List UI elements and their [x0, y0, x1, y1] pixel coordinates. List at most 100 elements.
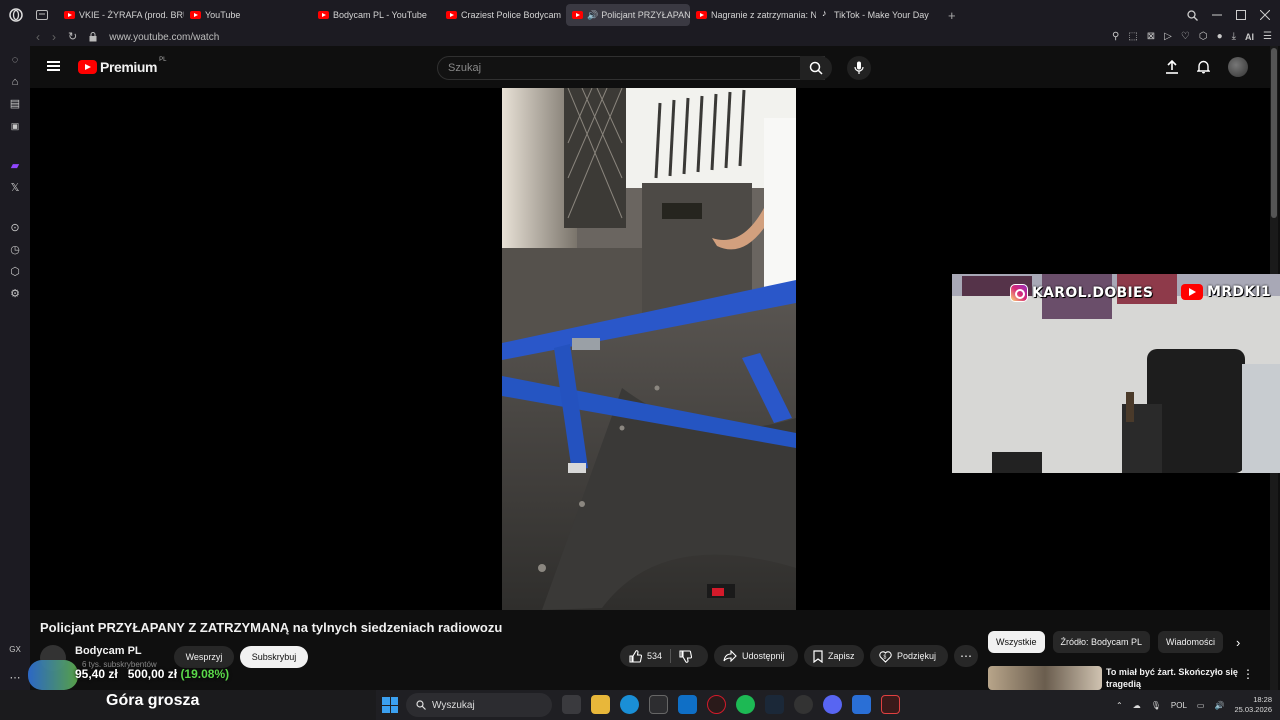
kebab-menu-icon[interactable]: ⋮ [1242, 668, 1254, 680]
github-icon[interactable] [794, 695, 813, 714]
tab-nagranie[interactable]: Nagranie z zatrzymania: N [690, 4, 816, 26]
opera-logo-icon[interactable] [9, 8, 23, 22]
tab-label: Bodycam PL - YouTube [333, 10, 427, 20]
tab-vkie[interactable]: VKIE - ŻYRAFA (prod. BRU [58, 4, 184, 26]
voice-search-button[interactable] [847, 56, 871, 80]
new-tab-button[interactable]: + [948, 9, 956, 22]
search-input[interactable] [448, 62, 800, 74]
browser-tab-strip: VKIE - ŻYRAFA (prod. BRU YouTube Bodycam… [0, 0, 1280, 30]
pin-icon[interactable]: ⚲ [1112, 32, 1119, 42]
police-car-back-seat-video [502, 88, 796, 610]
forward-arrow-icon[interactable]: › [52, 31, 56, 43]
more-actions-button[interactable]: ⋯ [954, 645, 978, 667]
ai-button[interactable]: AI [1245, 32, 1254, 42]
clock[interactable]: 18:28 25.03.2026 [1234, 695, 1272, 715]
like-button[interactable] [629, 649, 642, 663]
spotify-icon[interactable] [736, 695, 755, 714]
url-field[interactable]: www.youtube.com/watch [109, 32, 219, 43]
notifications-bell-icon[interactable] [1197, 60, 1210, 74]
opera-gx-icon[interactable] [707, 695, 726, 714]
recommended-video[interactable]: To miał być żart. Skończyło się tragedią… [988, 664, 1268, 690]
save-button[interactable]: Zapisz [804, 645, 864, 667]
recommended-title[interactable]: To miał być żart. Skończyło się tragedią [1106, 666, 1246, 690]
recommended-thumbnail[interactable] [988, 666, 1102, 690]
play-icon[interactable]: ▷ [1164, 32, 1172, 42]
player-icon[interactable]: ⊙ [8, 222, 22, 234]
block-icon[interactable]: ⊠ [1147, 32, 1155, 42]
tab-youtube[interactable]: YouTube [184, 4, 312, 26]
app-icon[interactable] [852, 695, 871, 714]
thanks-heart-icon: $ [879, 650, 892, 663]
mail-icon[interactable] [678, 695, 697, 714]
file-explorer-icon[interactable] [591, 695, 610, 714]
speed-dial-icon[interactable]: ◌ [8, 54, 22, 66]
chevron-up-icon[interactable]: ⌃ [1116, 701, 1123, 710]
twitch-icon[interactable]: ▰ [8, 160, 22, 172]
windows-start-icon[interactable] [382, 697, 398, 713]
search-button[interactable] [800, 56, 832, 80]
shield-icon[interactable] [881, 695, 900, 714]
tab-policjant-active[interactable]: 🔊 Policjant PRZYŁAPAN [566, 4, 690, 26]
news-icon[interactable]: ▤ [8, 98, 22, 110]
webcam-room-scene [952, 274, 1280, 473]
thumbs-down-icon [679, 649, 693, 663]
youtube-premium-logo[interactable]: Premium PL [78, 57, 166, 75]
gx-label[interactable]: GX [8, 644, 22, 656]
upload-icon[interactable] [1165, 60, 1179, 74]
goal-target: 500,00 zł [127, 667, 178, 681]
network-icon[interactable]: ☁ [1133, 701, 1141, 710]
tab-tiktok[interactable]: TikTok - Make Your Day [816, 4, 942, 26]
back-arrow-icon[interactable]: ‹ [36, 31, 40, 43]
channel-name[interactable]: Bodycam PL [75, 645, 142, 657]
tab-bodycam-pl[interactable]: Bodycam PL - YouTube [312, 4, 440, 26]
discord-icon[interactable] [823, 695, 842, 714]
minimize-icon[interactable] [1212, 10, 1222, 20]
microphone-icon[interactable]: 🎙 [1151, 701, 1161, 710]
share-label: Udostępnij [742, 651, 785, 661]
close-icon[interactable] [1260, 10, 1270, 20]
support-button[interactable]: Wesprzyj [174, 646, 234, 668]
maximize-icon[interactable] [1236, 10, 1246, 20]
taskbar-search[interactable]: Wyszukaj [406, 693, 552, 717]
volume-icon[interactable]: 🔊 [1214, 701, 1224, 710]
history-icon[interactable]: ◷ [8, 244, 22, 256]
chevron-right-icon[interactable]: › [1236, 636, 1240, 649]
messenger-icon[interactable]: ▣ [8, 120, 22, 132]
dislike-button[interactable] [679, 649, 693, 663]
subscribe-button[interactable]: Subskrybuj [240, 646, 308, 668]
avatar[interactable] [1228, 57, 1248, 77]
more-icon[interactable]: ⋯ [8, 672, 22, 684]
menu-icon[interactable]: ☰ [1263, 32, 1272, 42]
speaker-icon[interactable]: 🔊 [587, 10, 598, 21]
save-label: Zapisz [828, 651, 855, 661]
steam-icon[interactable] [765, 695, 784, 714]
monitor-icon[interactable]: ▭ [1197, 701, 1205, 710]
settings-icon[interactable]: ⚙ [8, 288, 22, 300]
task-view-icon[interactable] [562, 695, 581, 714]
hamburger-menu-icon[interactable] [47, 61, 60, 71]
chip-source[interactable]: Źródło: Bodycam PL [1052, 631, 1151, 653]
extensions-icon[interactable]: ⬡ [8, 266, 22, 278]
language-indicator[interactable]: POL [1171, 701, 1187, 710]
edge-icon[interactable] [620, 695, 639, 714]
download-icon[interactable]: ⤓ [1232, 32, 1236, 42]
store-icon[interactable]: ⌂ [8, 76, 22, 88]
heart-icon[interactable]: ♡ [1181, 32, 1190, 42]
profile-icon[interactable]: ● [1217, 32, 1223, 42]
snapshot-icon[interactable]: ⬚ [1128, 32, 1137, 42]
tab-manager-icon[interactable] [36, 10, 48, 20]
video-frame[interactable] [502, 88, 796, 610]
extensions-icon[interactable]: ⬡ [1199, 32, 1208, 42]
scrollbar-thumb[interactable] [1271, 48, 1277, 218]
store-icon[interactable] [649, 695, 668, 714]
search-icon[interactable] [1187, 9, 1198, 21]
chip-news[interactable]: Wiadomości [1158, 631, 1224, 653]
chip-all[interactable]: Wszystkie [988, 631, 1045, 653]
thanks-button[interactable]: $ Podziękuj [870, 645, 948, 667]
tab-craziest-police[interactable]: Craziest Police Bodycam [440, 4, 566, 26]
lock-icon [89, 32, 97, 42]
search-icon [416, 700, 426, 710]
reload-icon[interactable]: ↻ [68, 31, 77, 43]
x-icon[interactable]: 𝕏 [8, 182, 22, 194]
share-button[interactable]: Udostępnij [714, 645, 798, 667]
